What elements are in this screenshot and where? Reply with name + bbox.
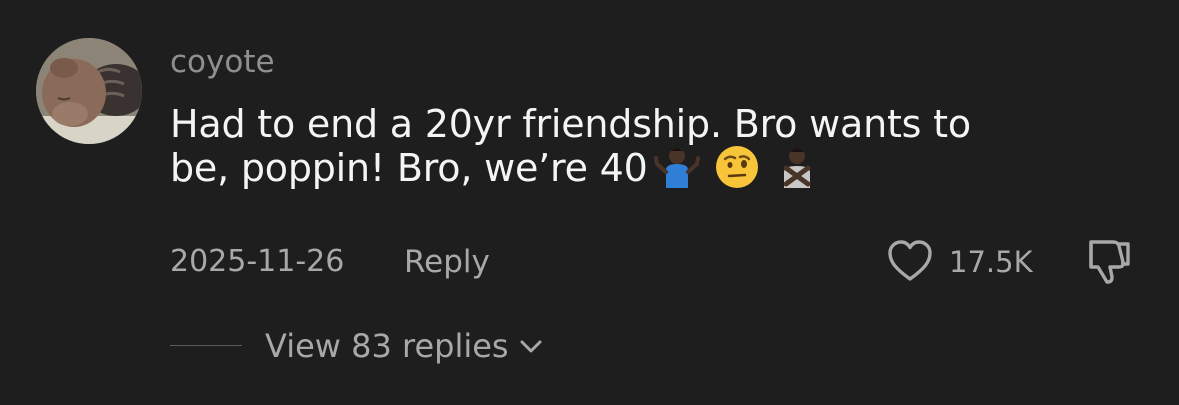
view-replies-label: View 83 replies — [265, 327, 509, 365]
comment-text-line-2-text: be, poppin! Bro, we’re 40 — [170, 146, 648, 190]
view-replies-button[interactable]: View 83 replies — [265, 326, 545, 366]
reply-button[interactable]: Reply — [404, 242, 490, 282]
username[interactable]: coyote — [170, 42, 275, 82]
replies-divider — [170, 345, 242, 346]
like-button[interactable] — [886, 238, 934, 284]
person-shrugging-emoji — [653, 144, 700, 190]
comment-text: Had to end a 20yr friendship. Bro wants … — [170, 102, 1150, 190]
thumbs-down-outline-icon — [1089, 240, 1130, 284]
avatar[interactable] — [36, 38, 142, 144]
like-count: 17.5K — [949, 245, 1033, 279]
comment-date: 2025-11-26 — [170, 244, 345, 279]
heart-outline-icon — [888, 240, 932, 281]
comment-item: coyote Had to end a 20yr friendship. Bro… — [0, 0, 1179, 405]
comment-text-line-1: Had to end a 20yr friendship. Bro wants … — [170, 102, 971, 146]
dislike-button[interactable] — [1083, 236, 1133, 286]
face-with-raised-eyebrow-emoji — [714, 144, 760, 190]
person-gesturing-no-emoji — [774, 144, 820, 190]
chevron-down-icon — [520, 340, 542, 353]
comment-text-line-2: be, poppin! Bro, we’re 40 — [170, 144, 1150, 190]
